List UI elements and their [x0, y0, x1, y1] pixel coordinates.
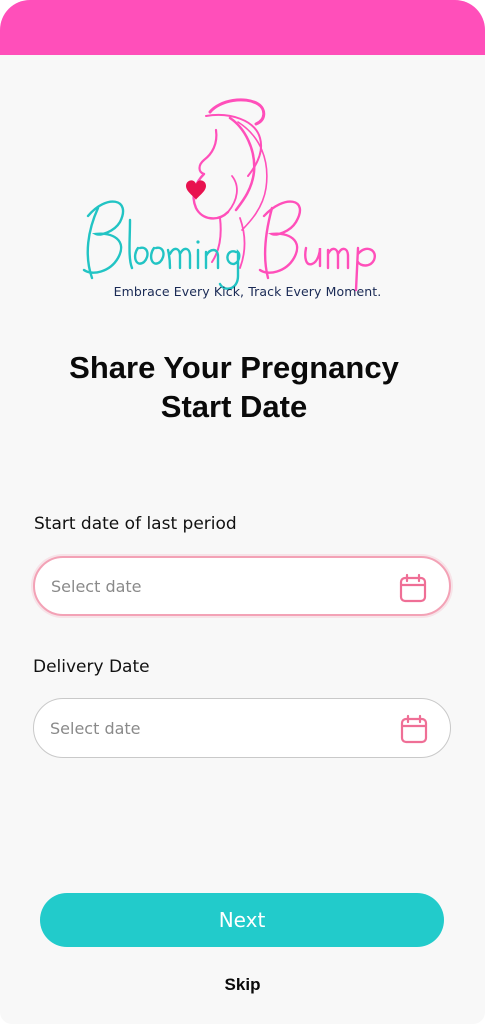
page-title-line-1: Share Your Pregnancy	[69, 350, 399, 385]
last-period-label: Start date of last period	[34, 514, 237, 534]
brand-logo	[70, 90, 400, 305]
delivery-date-input[interactable]	[50, 718, 370, 738]
last-period-date-input[interactable]	[51, 576, 371, 596]
calendar-icon[interactable]	[399, 573, 427, 603]
logo-graphic	[82, 98, 376, 292]
page-title-line-2: Start Date	[160, 389, 308, 424]
delivery-date-label: Delivery Date	[33, 657, 150, 677]
page-title: Share Your Pregnancy Start Date	[20, 348, 448, 426]
delivery-date-field[interactable]	[33, 698, 451, 758]
calendar-icon[interactable]	[400, 714, 428, 744]
app-screen: Embrace Every Kick, Track Every Moment. …	[0, 0, 485, 1024]
brand-tagline: Embrace Every Kick, Track Every Moment.	[113, 284, 382, 299]
top-bar	[0, 0, 485, 55]
last-period-date-field[interactable]	[33, 556, 451, 616]
skip-link[interactable]: Skip	[0, 975, 485, 995]
next-button[interactable]: Next	[40, 893, 444, 947]
